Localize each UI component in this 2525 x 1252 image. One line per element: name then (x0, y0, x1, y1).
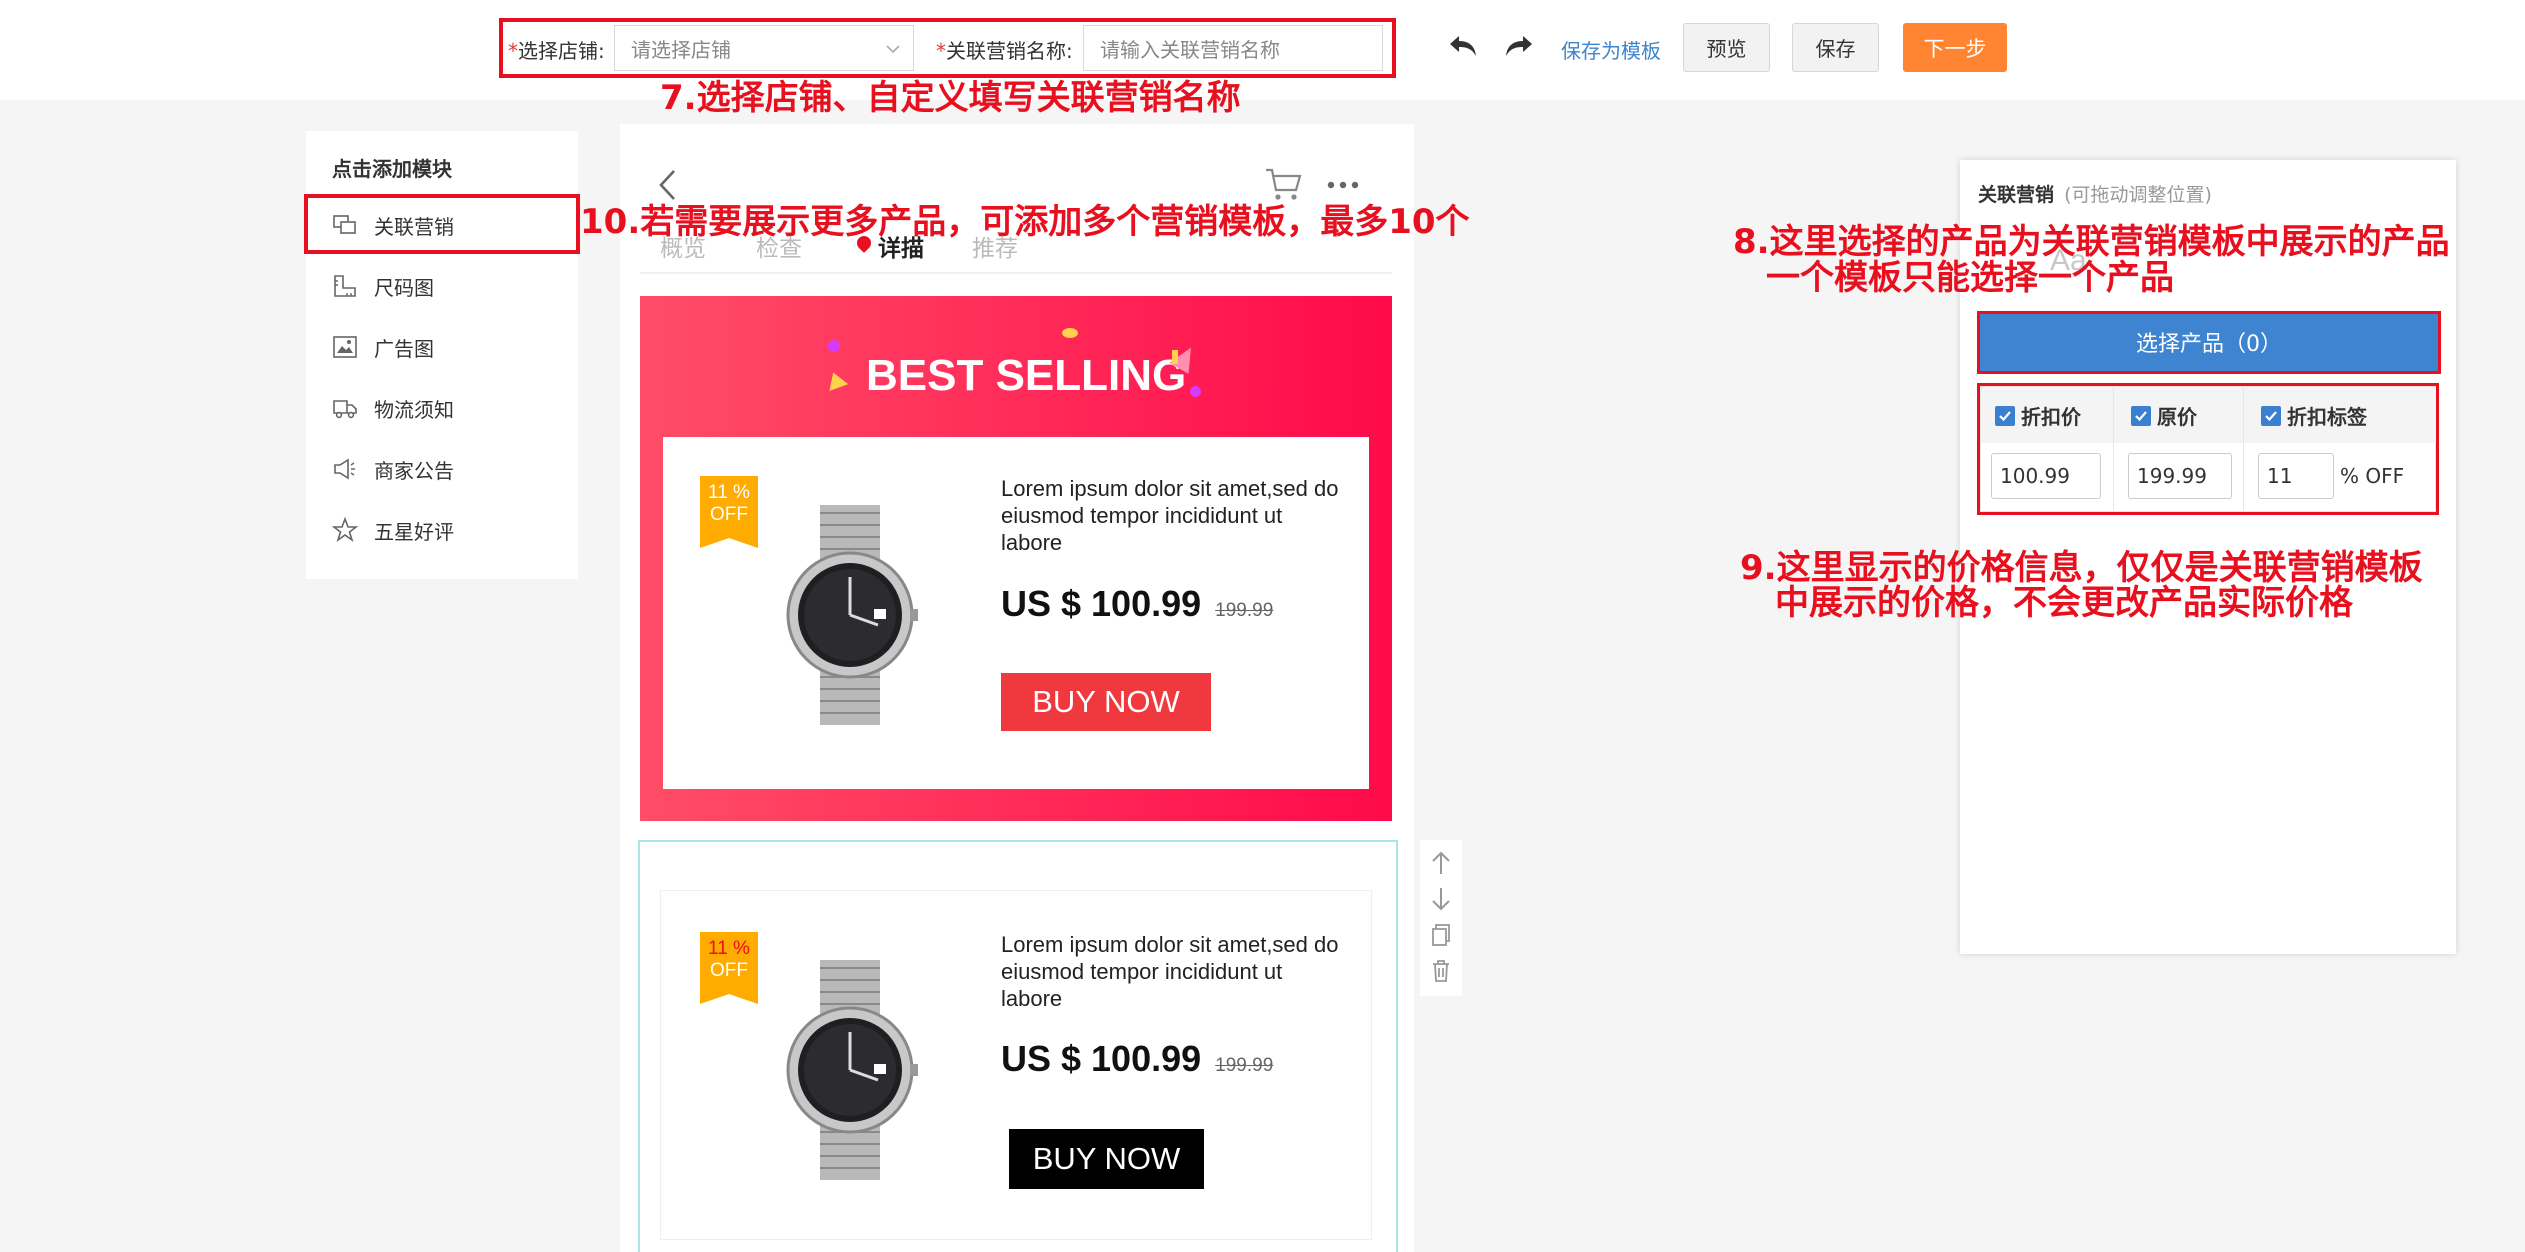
module-merchant-notice[interactable]: 商家公告 (306, 441, 578, 497)
settings-panel-title: 关联营销 (1978, 184, 2055, 206)
confetti-piece (1062, 328, 1078, 338)
preview-button[interactable]: 预览 (1683, 23, 1770, 72)
discount-badge: 11 % OFF (700, 932, 758, 1004)
save-as-template-link[interactable]: 保存为模板 (1561, 35, 1661, 64)
copy-icon[interactable] (1430, 922, 1452, 948)
watch-image (786, 960, 918, 1180)
best-selling-title: BEST SELLING (866, 351, 1187, 400)
image-icon (333, 336, 357, 358)
product-price-row: US $ 100.99 199.99 (1001, 1038, 1273, 1080)
module-size-chart[interactable]: 尺码图 (306, 258, 578, 314)
confetti-dot (828, 340, 840, 352)
star-icon (332, 517, 358, 543)
marketing-name-input[interactable]: 请输入关联营销名称 (1083, 25, 1383, 71)
back-arrow-icon[interactable] (656, 168, 680, 202)
product-price-row: US $ 100.99 199.99 (1001, 583, 1273, 625)
store-select[interactable]: 请选择店铺 (614, 25, 914, 71)
annotation-8-line2: 一个模板只能选择一个产品 (1766, 258, 2174, 298)
save-button[interactable]: 保存 (1792, 23, 1879, 72)
module-panel-title: 点击添加模块 (332, 157, 452, 181)
annotation-8-line1: 8.这里选择的产品为关联营销模板中展示的产品 (1733, 222, 2450, 262)
product-description: Lorem ipsum dolor sit amet,sed do eiusmo… (1001, 476, 1339, 555)
move-down-icon[interactable] (1430, 886, 1452, 912)
annotation-9-line2: 中展示的价格，不会更改产品实际价格 (1775, 583, 2353, 623)
truck-icon (333, 400, 357, 419)
module-label: 五星好评 (374, 519, 454, 544)
select-product-highlight-box (1977, 311, 2441, 374)
module-label: 商家公告 (374, 458, 454, 483)
settings-panel-hint: (可拖动调整位置) (2064, 184, 2212, 206)
confetti-dot (1190, 386, 1201, 397)
product-price: US $ 100.99 (1001, 1038, 1202, 1079)
redo-icon[interactable] (1503, 32, 1535, 60)
product-description: Lorem ipsum dolor sit amet,sed do eiusmo… (1001, 932, 1339, 1011)
product-original-price: 199.99 (1215, 600, 1274, 621)
annotation-10: 10.若需要展示更多产品，可添加多个营销模板，最多10个 (580, 202, 1470, 242)
module-ad-image[interactable]: 广告图 (306, 319, 578, 375)
module-label: 物流须知 (374, 397, 454, 422)
module-logistics-notice[interactable]: 物流须知 (306, 380, 578, 436)
module-label: 尺码图 (374, 275, 434, 300)
buy-now-button[interactable]: BUY NOW (1001, 673, 1211, 731)
ruler-icon (334, 275, 356, 297)
megaphone-icon (334, 458, 355, 480)
annotation-7: 7.选择店铺、自定义填写关联营销名称 (660, 78, 1241, 118)
next-step-button[interactable]: 下一步 (1903, 23, 2007, 72)
delete-icon[interactable] (1430, 958, 1452, 984)
move-up-icon[interactable] (1430, 850, 1452, 876)
more-icon[interactable] (1326, 180, 1360, 190)
price-settings-highlight-box (1977, 383, 2439, 515)
related-marketing-highlight-box (304, 194, 580, 254)
store-select-placeholder: 请选择店铺 (631, 37, 731, 62)
store-label: *选择店铺: (508, 39, 605, 63)
cart-icon[interactable] (1264, 166, 1304, 202)
module-label: 广告图 (374, 336, 434, 361)
tabs-divider (640, 272, 1392, 274)
watch-image (786, 505, 918, 725)
discount-badge: 11 % OFF (700, 476, 758, 548)
product-price: US $ 100.99 (1001, 583, 1202, 624)
annotation-9-line1: 9.这里显示的价格信息，仅仅是关联营销模板 (1740, 548, 2423, 588)
buy-now-button[interactable]: BUY NOW (1009, 1129, 1204, 1189)
marketing-name-label: *关联营销名称: (936, 39, 1073, 63)
confetti-piece (1172, 350, 1178, 364)
undo-icon[interactable] (1447, 32, 1479, 60)
settings-panel-header: 关联营销 (可拖动调整位置) (1978, 180, 2212, 207)
module-five-star-review[interactable]: 五星好评 (306, 502, 578, 558)
product-original-price: 199.99 (1215, 1055, 1274, 1076)
marketing-name-placeholder: 请输入关联营销名称 (1100, 37, 1280, 62)
chevron-down-icon (886, 45, 900, 54)
